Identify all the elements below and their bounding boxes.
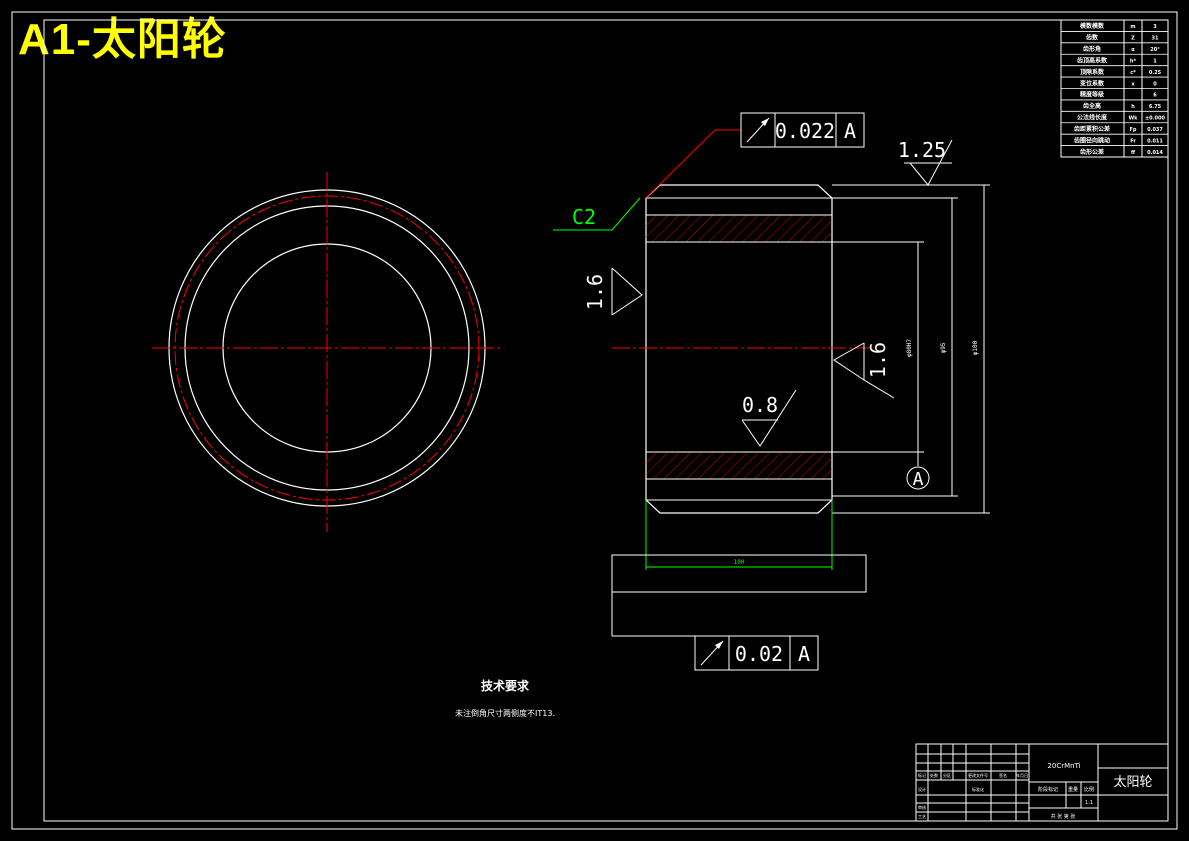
runout-icon (746, 117, 770, 143)
roughness-left (611, 267, 643, 316)
params-cell: Fp (1130, 127, 1137, 133)
params-cell: α (1131, 47, 1135, 53)
hatch-bottom (646, 452, 832, 479)
params-cell: 齿距累积公差 (1074, 125, 1110, 133)
params-cell: 齿形角 (1083, 45, 1101, 53)
chamfer-label: C2 (572, 205, 596, 229)
dim-outer-diameter: φ100 (972, 340, 979, 355)
params-cell: 齿圈径向跳动 (1074, 136, 1110, 144)
chamfer-leader (553, 197, 641, 231)
params-cell: c* (1130, 70, 1136, 76)
params-cell: 齿形公差 (1080, 148, 1104, 156)
dim-inner-diameter: φ80H7 (906, 339, 913, 357)
params-cell: 齿顶高系数 (1077, 56, 1108, 64)
params-cell: Fr (1130, 138, 1136, 144)
roughness-left-value: 1.6 (583, 274, 607, 310)
end-view (152, 172, 502, 532)
params-cell: 6.75 (1149, 104, 1162, 110)
params-cell: 公法线长度 (1077, 114, 1108, 122)
params-cell: ff (1131, 150, 1136, 156)
tb-label-date: 年月日 (1016, 772, 1028, 778)
part-name: 太阳轮 (1113, 775, 1152, 790)
params-cell: 31 (1152, 36, 1159, 42)
params-cell: 0.037 (1147, 127, 1163, 133)
params-cell: h (1131, 104, 1135, 110)
inner-border (43, 19, 1169, 822)
tb-process: 工艺 (918, 814, 926, 819)
params-cell: ±0.000 (1145, 116, 1166, 122)
params-cell: 齿数 (1086, 34, 1099, 42)
params-cell: 1 (1153, 58, 1157, 64)
params-cell: m (1130, 24, 1135, 30)
roughness-right-value: 1.6 (866, 342, 890, 378)
dim-mid-diameter: φ95 (940, 342, 947, 353)
params-cell: 0.25 (1149, 70, 1162, 76)
dim-width: 100 (734, 559, 745, 566)
roughness-bore-value: 0.8 (742, 393, 778, 417)
params-cell: Z (1131, 36, 1135, 42)
section-view (612, 184, 870, 514)
tb-scale-value: 1:1 (1085, 800, 1093, 806)
tb-weight-label: 重量 (1068, 786, 1078, 793)
gdt-top-value: 0.022 (775, 119, 835, 143)
gdt-bottom-datum: A (798, 642, 810, 666)
tb-label-sign: 签名 (999, 772, 1007, 778)
params-cell: 0.011 (1147, 138, 1163, 144)
params-cell: Wk (1129, 116, 1139, 122)
tb-label-zone: 分区 (943, 772, 951, 778)
params-cell: 齿全高 (1083, 102, 1101, 110)
tech-req-heading: 技术要求 (481, 678, 530, 693)
tech-req-note: 未注倒角尺寸两侧度不IT13. (455, 708, 555, 718)
gdt-frame-bottom: 0.02 A (612, 635, 819, 671)
params-cell: 0 (1153, 81, 1157, 87)
params-cell: 20° (1150, 47, 1160, 53)
gdt-bottom-value: 0.02 (735, 642, 783, 666)
params-cell: 顶隙系数 (1080, 68, 1105, 76)
tb-label-mark: 标记 (918, 772, 926, 778)
params-table: 模数模数 m 3 齿数 Z 31 齿形角 α 20° 齿顶高系数 h* 1 顶隙系数 c* 0.25 变位系数… (1060, 19, 1169, 158)
material-label: 20CrMnTi (1047, 762, 1080, 770)
params-cell: 0.014 (1147, 150, 1163, 156)
params-cell: h* (1130, 58, 1137, 64)
params-cell: 模数模数 (1080, 22, 1105, 30)
tb-standard: 标准化 (972, 786, 984, 792)
tb-sheet: 共 张 第 张 (1051, 813, 1076, 820)
params-cell: 变位系数 (1080, 79, 1105, 87)
tb-design: 设计 (918, 786, 926, 792)
drawing-canvas: φ100 φ95 φ80H7 100 0.022 A 0.02 A C2 1.2… (11, 11, 1178, 830)
gdt-top-datum: A (844, 119, 856, 143)
tb-audit: 审核 (918, 804, 926, 810)
hatch-top (646, 215, 832, 242)
tb-label-count: 处数 (930, 772, 938, 778)
params-cell: 精度等级 (1080, 91, 1104, 99)
params-cell: 6 (1153, 93, 1157, 99)
tb-scale-label: 比例 (1084, 786, 1094, 793)
tb-label-docno: 更改文件号 (968, 772, 988, 778)
params-cell: 3 (1153, 24, 1157, 30)
roughness-top-right-value: 1.25 (898, 138, 946, 162)
datum-label: A (913, 469, 924, 490)
tb-stage-label: 阶段标记 (1038, 786, 1058, 793)
params-cell: x (1131, 81, 1135, 87)
runout-icon (700, 640, 724, 666)
